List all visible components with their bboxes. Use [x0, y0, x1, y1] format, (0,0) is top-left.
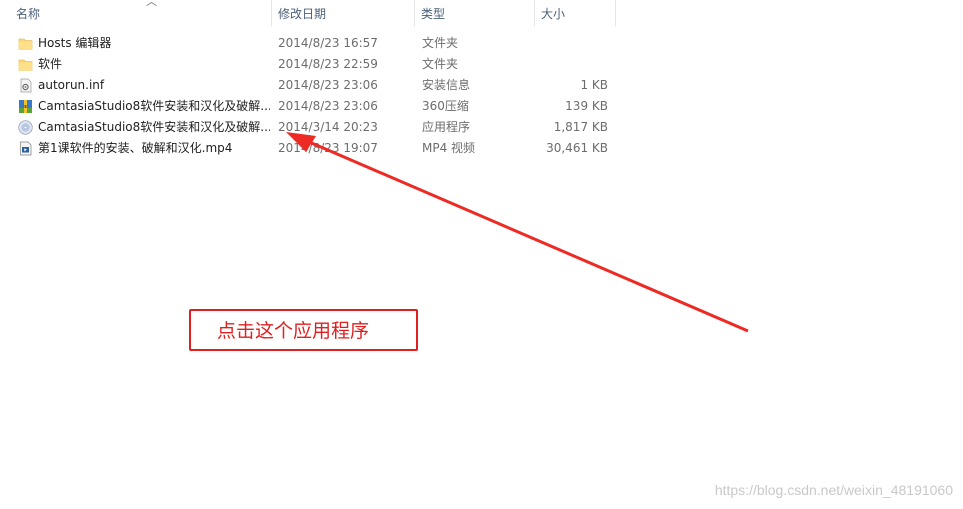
annotation-arrow	[286, 132, 749, 333]
annotation-callout-text: 点击这个应用程序	[217, 320, 370, 342]
watermark: https://blog.csdn.net/weixin_48191060	[714, 482, 953, 498]
annotation-callout: 点击这个应用程序	[189, 309, 418, 351]
